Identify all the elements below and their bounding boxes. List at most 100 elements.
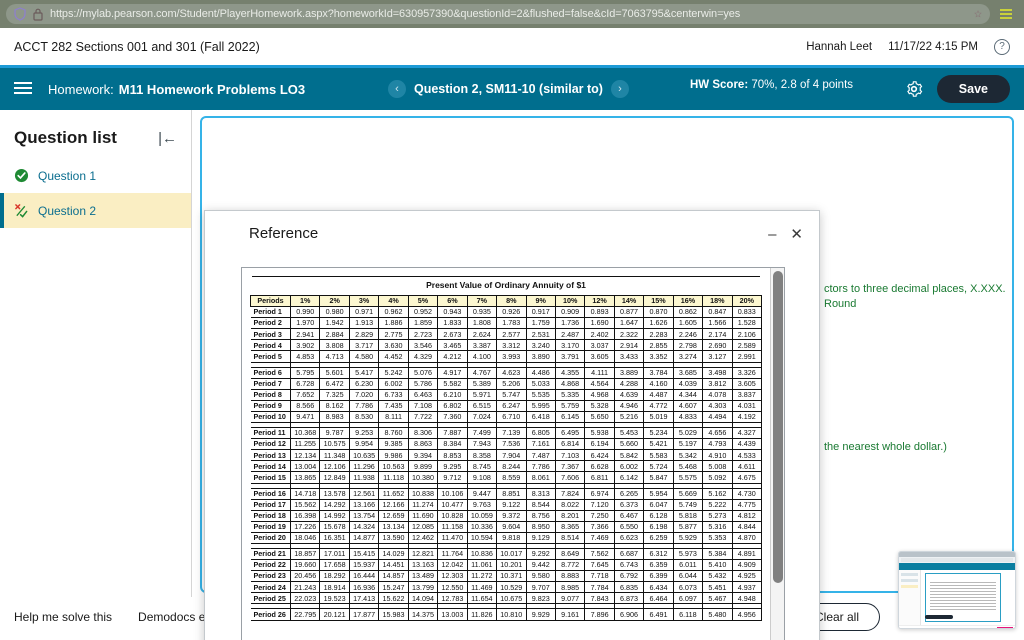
table-cell: 3.546 xyxy=(407,339,439,352)
table-row-header: Period 15 xyxy=(250,471,291,484)
table-cell: 6.906 xyxy=(613,608,645,621)
table-cell: 11.272 xyxy=(466,570,498,583)
table-row: Period 1 0.990 0.980 0.971 0.962 0.952 0.943 0.… xyxy=(250,306,763,319)
browser-menu-icon[interactable] xyxy=(994,4,1018,24)
help-me-solve-this-link[interactable]: Help me solve this xyxy=(14,610,112,624)
table-row: Period 23 20.456 18.292 16.444 14.857 13.489 1… xyxy=(250,570,763,583)
table-cell: 12.561 xyxy=(348,487,380,500)
table-row-header: Period 8 xyxy=(250,388,291,401)
table-cell: 9.580 xyxy=(525,570,556,583)
next-question-button[interactable]: › xyxy=(610,80,629,98)
table-cell: 1.913 xyxy=(348,317,380,330)
user-name[interactable]: Hannah Leet xyxy=(806,41,872,53)
table-cell: 17.011 xyxy=(319,547,350,561)
minimize-icon[interactable]: – xyxy=(768,227,776,242)
sidebar-item-question-1[interactable]: Question 1 xyxy=(0,158,191,193)
help-icon[interactable]: ? xyxy=(994,38,1010,55)
thumb-buttons xyxy=(925,615,953,619)
modal-header: Reference – ✕ xyxy=(205,211,819,257)
table-cell: 9.447 xyxy=(466,487,498,500)
table-cell: 11.938 xyxy=(348,471,380,484)
table-cell: 12.134 xyxy=(289,449,321,462)
sidebar-title: Question list xyxy=(14,128,117,147)
table-cell: 15.678 xyxy=(319,520,350,533)
table-row: Period 22 19.660 17.658 15.937 14.451 13.163 1… xyxy=(250,559,763,572)
table-row: Period 20 18.046 16.351 14.877 13.590 12.462 1… xyxy=(250,531,763,544)
table-cell: 6.873 xyxy=(613,592,645,605)
table-cell: 18.857 xyxy=(289,547,321,561)
table-cell: 4.772 xyxy=(643,399,674,412)
address-bar[interactable]: https://mylab.pearson.com/Student/Player… xyxy=(6,4,990,24)
scrollbar-thumb[interactable] xyxy=(773,271,783,584)
table-row-header: Period 4 xyxy=(250,339,291,352)
table-cell: 3.685 xyxy=(672,366,704,379)
table-cell: 4.303 xyxy=(702,399,733,412)
table-cell: 5.847 xyxy=(643,471,674,484)
sidebar-item-question-2[interactable]: Question 2 xyxy=(0,193,191,228)
table-cell: 8.649 xyxy=(554,547,586,561)
table-cell: 5.669 xyxy=(672,487,704,500)
table-cell: 17.877 xyxy=(348,608,380,621)
table-scrollbar[interactable] xyxy=(770,268,784,640)
table-cell: 2.690 xyxy=(702,339,733,352)
table-cell: 9.292 xyxy=(525,547,556,561)
table-cell: 4.611 xyxy=(731,460,763,473)
hamburger-menu-icon[interactable] xyxy=(14,82,32,96)
table-cell: 2.991 xyxy=(731,350,763,363)
table-cell: 5.033 xyxy=(525,377,556,390)
table-cell: 8.162 xyxy=(319,399,350,412)
table-cell: 5.384 xyxy=(702,547,733,561)
table-col-header-6pct: 6% xyxy=(437,294,468,308)
table-cell: 5.795 xyxy=(289,366,321,379)
thumb-url-bar xyxy=(901,558,1013,562)
table-cell: 3.837 xyxy=(731,388,763,401)
table-cell: 2.322 xyxy=(613,328,645,341)
table-cell: 0.980 xyxy=(319,306,350,319)
table-col-header-12pct: 12% xyxy=(584,294,615,308)
hw-score: HW Score: 70%, 2.8 of 4 points xyxy=(690,79,853,91)
table-cell: 7.325 xyxy=(319,388,350,401)
table-cell: 7.108 xyxy=(407,399,439,412)
table-cell: 1.690 xyxy=(584,317,615,330)
save-button[interactable]: Save xyxy=(936,75,1010,103)
table-cell: 4.329 xyxy=(407,350,439,363)
table-cell: 5.575 xyxy=(672,471,704,484)
table-col-header-18pct: 18% xyxy=(702,294,733,308)
prev-question-button[interactable]: ‹ xyxy=(388,80,406,98)
course-strip: ACCT 282 Sections 001 and 301 (Fall 2022… xyxy=(0,28,1024,68)
table-cell: 22.795 xyxy=(289,608,321,621)
table-cell: 9.077 xyxy=(554,592,586,605)
table-cell: 8.760 xyxy=(378,427,409,440)
table-head: Periods 1% 2% 3% 4% 5% 6% 7% 8% 9% 10% 12% 14% 15% 16%… xyxy=(250,294,763,308)
page-thumbnail-preview[interactable] xyxy=(898,551,1016,629)
table-cell: 19.660 xyxy=(289,559,321,572)
table-cell: 4.288 xyxy=(613,377,645,390)
table-cell: 5.451 xyxy=(702,581,733,594)
table-cell: 8.985 xyxy=(554,581,586,594)
table-cell: 9.954 xyxy=(348,438,380,451)
table-cell: 4.853 xyxy=(289,350,321,363)
close-icon[interactable]: ✕ xyxy=(790,227,803,242)
table-cell: 6.623 xyxy=(613,531,645,544)
table-cell: 7.020 xyxy=(348,388,380,401)
table-cell: 1.808 xyxy=(466,317,498,330)
collapse-panel-icon[interactable]: |← xyxy=(158,130,177,147)
table-cell: 4.870 xyxy=(731,531,763,544)
gear-icon[interactable] xyxy=(905,80,923,98)
table-cell: 16.444 xyxy=(348,570,380,583)
table-cell: 13.489 xyxy=(407,570,439,583)
table-cell: 4.160 xyxy=(643,377,674,390)
table-row: Period 14 13.004 12.106 11.296 10.563 9.899 9.… xyxy=(250,460,763,473)
table-cell: 9.385 xyxy=(378,438,409,451)
table-cell: 0.833 xyxy=(731,306,763,319)
table-cell: 4.439 xyxy=(731,438,763,451)
table-cell: 8.201 xyxy=(554,509,586,522)
table-cell: 8.745 xyxy=(466,460,498,473)
table-cell: 4.344 xyxy=(672,388,704,401)
star-icon[interactable] xyxy=(968,7,982,21)
reference-table-scroll-area: Present Value of Ordinary Annuity of $1 … xyxy=(242,268,770,640)
table-cell: 20.456 xyxy=(289,570,321,583)
table-cell: 6.230 xyxy=(348,377,380,390)
table-cell: 2.283 xyxy=(643,328,674,341)
table-cell: 9.604 xyxy=(496,520,527,533)
